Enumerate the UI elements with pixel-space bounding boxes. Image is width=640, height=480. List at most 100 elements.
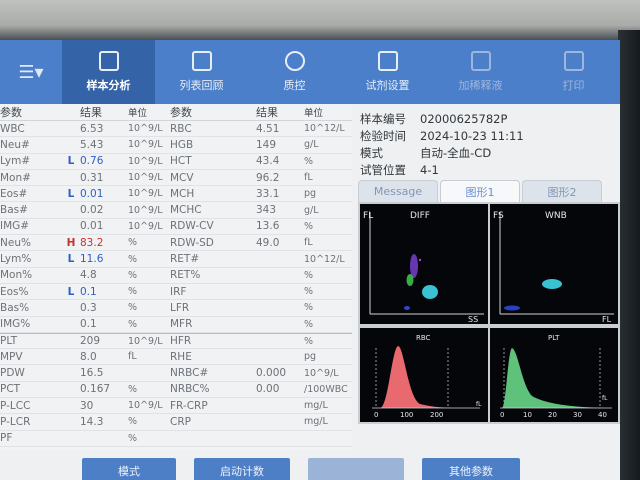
result-unit: 10^9/L xyxy=(128,400,163,412)
param-name-2: RHE xyxy=(170,350,192,363)
result-value-2: 343 xyxy=(256,204,277,217)
table-row[interactable]: P-LCR 14.3% CRP mg/L xyxy=(0,414,352,431)
result-unit: % xyxy=(128,318,138,330)
toolbar-label: 加稀释液 xyxy=(458,79,503,92)
header-result-2: 结果 xyxy=(256,106,278,119)
result-value: 0.1 xyxy=(80,318,97,331)
result-value: 11.6 xyxy=(80,253,104,266)
table-row[interactable]: Eos% L 0.1% IRF% xyxy=(0,284,352,301)
tab-reagent-settings[interactable]: 试剂设置 xyxy=(341,40,434,104)
table-row[interactable]: MPV 8.0 fL RHE pg xyxy=(0,349,352,366)
table-row[interactable]: Bas# 0.02 10^9/L MCHC 343 g/L xyxy=(0,202,352,219)
diff-y-axis-label: FL xyxy=(363,211,373,221)
diff-scattergram: FL DIFF SS xyxy=(360,204,488,324)
param-name: Mon% xyxy=(0,269,33,282)
table-row[interactable]: IMG% 0.1% MFR% xyxy=(0,317,352,333)
tab-graph-1[interactable]: 图形1 xyxy=(440,180,520,202)
menu-icon[interactable]: ☰▾ xyxy=(0,40,62,104)
param-name: PCT xyxy=(0,383,21,396)
result-unit: 10^9/L xyxy=(128,123,163,135)
table-row[interactable]: Lym% L 11.6% RET# 10^12/L xyxy=(0,251,352,268)
param-name-2: MCHC xyxy=(170,204,202,217)
result-unit-2: pg xyxy=(304,188,317,200)
result-unit: % xyxy=(128,416,138,428)
result-unit: % xyxy=(128,383,138,395)
mode-button[interactable]: 模式 xyxy=(82,458,176,480)
result-value: 0.02 xyxy=(80,204,104,217)
result-value-2: 49.0 xyxy=(256,236,280,249)
table-row[interactable]: Bas% 0.3% LFR% xyxy=(0,300,352,317)
wnb-title: WNB xyxy=(545,211,567,221)
param-name-2: RDW-SD xyxy=(170,236,214,249)
table-row[interactable]: PF% xyxy=(0,431,352,447)
result-value-2: 13.6 xyxy=(256,220,280,233)
result-value-2: 149 xyxy=(256,138,277,151)
table-row[interactable]: WBC 6.53 10^9/L RBC 4.51 10^12/L xyxy=(0,121,352,138)
result-value: 0.76 xyxy=(80,155,104,168)
reagent-bottle-icon xyxy=(377,51,398,71)
tab-sample-analysis[interactable]: 样本分析 xyxy=(62,40,155,104)
tab-list-review[interactable]: 列表回顾 xyxy=(155,40,248,104)
analyzer-screen: ☰▾ 样本分析 列表回顾 质控 试剂设置 加稀释液 打印 参数 结果 单位 参数… xyxy=(0,40,620,480)
param-name-2: RET% xyxy=(170,269,201,282)
param-name: PLT xyxy=(0,335,18,347)
param-name-2: HCT xyxy=(170,155,192,168)
result-unit: 10^9/L xyxy=(128,139,163,151)
param-name-2: RBC xyxy=(170,122,192,135)
plt-tick-40: 40 xyxy=(598,411,607,419)
result-unit: % xyxy=(128,286,138,298)
table-row[interactable]: Neu% H 83.2% RDW-SD 49.0 fL xyxy=(0,235,352,252)
table-row[interactable]: Mon% 4.8% RET%% xyxy=(0,268,352,284)
result-flag: H xyxy=(66,236,76,249)
param-name: Eos% xyxy=(0,285,29,298)
param-name-2: RDW-CV xyxy=(170,220,214,233)
result-unit: 10^9/L xyxy=(128,204,163,216)
result-unit: % xyxy=(128,237,138,249)
result-unit-2: % xyxy=(304,335,314,347)
param-name-2: MCV xyxy=(170,171,194,184)
param-name: Lym# xyxy=(0,155,31,168)
result-value-2: 4.51 xyxy=(256,122,280,135)
mode-label: 模式 xyxy=(360,145,383,160)
tube-position-value: 4-1 xyxy=(420,162,439,177)
result-value: 16.5 xyxy=(80,367,104,380)
tab-add-diluent[interactable]: 加稀释液 xyxy=(434,40,527,104)
clipboard-icon xyxy=(191,51,212,71)
wnb-x-axis-label: FL xyxy=(602,315,612,324)
param-name: Neu% xyxy=(0,236,31,249)
toolbar-label: 打印 xyxy=(562,79,585,92)
tab-message[interactable]: Message xyxy=(358,180,438,202)
table-row[interactable]: PLT 209 10^9/L HFR% xyxy=(0,332,352,350)
table-row[interactable]: PCT 0.167% NRBC% 0.00/100WBC xyxy=(0,382,352,399)
param-name: PDW xyxy=(0,367,25,380)
table-row[interactable]: PDW 16.5 NRBC# 0.000 10^9/L xyxy=(0,365,352,382)
param-name-2: FR-CRP xyxy=(170,399,208,412)
result-unit: 10^9/L xyxy=(128,220,163,232)
other-params-button[interactable]: 其他参数 xyxy=(422,458,520,480)
param-name: Eos# xyxy=(0,187,28,200)
param-name: PF xyxy=(0,432,13,445)
table-row[interactable]: Eos# L 0.01 10^9/L MCH 33.1 pg xyxy=(0,186,352,203)
param-name: WBC xyxy=(0,122,25,135)
result-unit-2: g/L xyxy=(304,139,319,151)
header-param: 参数 xyxy=(0,106,22,119)
tab-print[interactable]: 打印 xyxy=(527,40,620,104)
disabled-button[interactable] xyxy=(308,458,404,480)
tab-graph-2[interactable]: 图形2 xyxy=(522,180,602,202)
table-row[interactable]: Neu# 5.43 10^9/L HGB 149 g/L xyxy=(0,137,352,154)
result-unit-2: /100WBC xyxy=(304,383,348,395)
result-unit: % xyxy=(128,432,138,444)
tab-quality-control[interactable]: 质控 xyxy=(248,40,341,104)
table-row[interactable]: P-LCC 30 10^9/L FR-CRP mg/L xyxy=(0,398,352,415)
result-flag: L xyxy=(67,187,75,200)
result-value: 0.3 xyxy=(80,301,97,314)
result-unit-2: 10^12/L xyxy=(304,253,345,265)
result-unit-2: 10^12/L xyxy=(304,123,345,135)
table-row[interactable]: Mon# 0.31 10^9/L MCV 96.2 fL xyxy=(0,170,352,187)
start-count-button[interactable]: 启动计数 xyxy=(194,458,290,480)
param-name: Neu# xyxy=(0,138,30,151)
result-unit-2: % xyxy=(304,269,314,281)
table-row[interactable]: IMG# 0.01 10^9/L RDW-CV 13.6% xyxy=(0,219,352,236)
diff-x-axis-label: SS xyxy=(468,315,478,324)
table-row[interactable]: Lym# L 0.76 10^9/L HCT 43.4% xyxy=(0,154,352,170)
